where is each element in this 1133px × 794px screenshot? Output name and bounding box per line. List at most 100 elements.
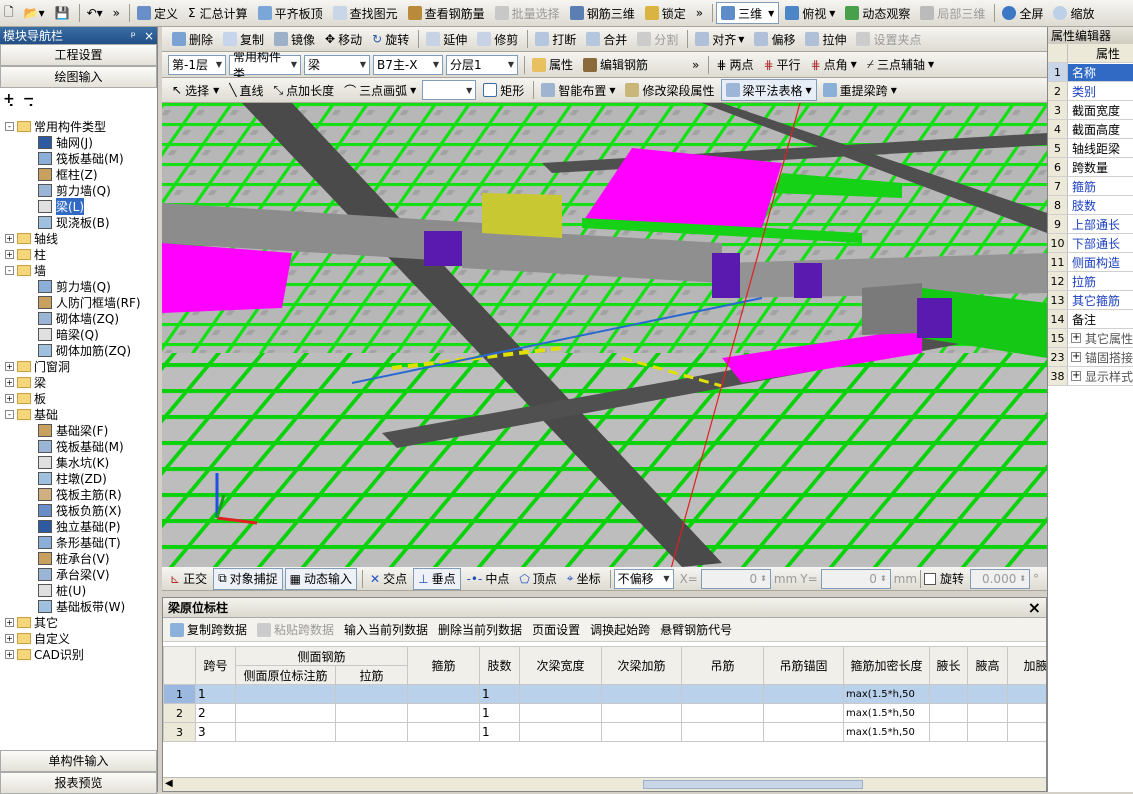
tree-item[interactable]: + 梁 — [0, 374, 141, 390]
arc-option-select[interactable]: ▼ — [422, 80, 477, 100]
overflow-chevron[interactable]: » — [109, 2, 124, 24]
tree-item[interactable]: - 常用构件类型 — [0, 118, 141, 134]
close-icon[interactable]: × — [144, 29, 154, 43]
modify-span-button[interactable]: 修改梁段属性 — [621, 79, 718, 101]
tree-item[interactable]: 现浇板(B) — [0, 214, 141, 230]
table-cell[interactable] — [519, 684, 603, 704]
expand-icon[interactable]: + — [1070, 371, 1081, 381]
stretch-button[interactable]: 拉伸 — [801, 28, 850, 50]
table-cell[interactable]: 1 — [479, 684, 521, 704]
prop-row[interactable]: 38 + 显示样式 — [1048, 367, 1133, 386]
lock-button[interactable]: 锁定 — [641, 2, 690, 24]
tree-item[interactable]: 柱墩(ZD) — [0, 470, 141, 486]
table-cell[interactable] — [407, 684, 481, 704]
table-cell[interactable] — [763, 684, 845, 704]
select-button[interactable]: ↖ 选择 ▼ — [168, 79, 223, 101]
fullscreen-button[interactable]: 全屏 — [998, 2, 1047, 24]
properties-button[interactable]: 属性 — [528, 54, 577, 76]
new-file-icon[interactable]: 🗋 — [0, 2, 18, 24]
table-row[interactable]: 3 3 1 max(1.5*h,50 — [163, 722, 1046, 742]
tree-item[interactable]: 人防门框墙(RF) — [0, 294, 141, 310]
prop-row[interactable]: 15 + 其它属性 — [1048, 329, 1133, 348]
table-cell[interactable] — [681, 722, 765, 742]
zoom-button[interactable]: 缩放 — [1049, 2, 1098, 24]
split-button[interactable]: 分割 — [633, 28, 682, 50]
tree-item[interactable]: 剪力墙(Q) — [0, 278, 141, 294]
table-cell[interactable] — [929, 703, 969, 723]
tree-item[interactable]: 剪力墙(Q) — [0, 182, 141, 198]
table-cell[interactable] — [519, 722, 603, 742]
swap-start-span-button[interactable]: 调换起始跨 — [586, 619, 654, 641]
table-row[interactable]: 2 2 1 max(1.5*h,50 — [163, 703, 1046, 723]
tree-item[interactable]: -墙 — [0, 262, 141, 278]
copy-span-button[interactable]: 复制跨数据 — [166, 619, 251, 641]
report-preview-button[interactable]: 报表预览 — [0, 772, 157, 794]
rotate-checkbox[interactable] — [924, 572, 937, 585]
parallel-button[interactable]: ⋕ 平行 — [759, 54, 804, 76]
offset-button[interactable]: 偏移 — [750, 28, 799, 50]
prop-row[interactable]: 12 拉筋 — [1048, 272, 1133, 291]
tree-item[interactable]: 梁(L) — [0, 197, 141, 215]
expand-icon[interactable]: + — [1070, 352, 1081, 362]
tree-item[interactable]: 筏板负筋(X) — [0, 502, 141, 518]
tree-item[interactable]: 承台梁(V) — [0, 566, 141, 582]
pin-icon[interactable]: ᵖ — [131, 29, 136, 43]
page-setup-button[interactable]: 页面设置 — [528, 619, 584, 641]
tree-item[interactable]: + 柱 — [0, 246, 141, 262]
save-icon[interactable]: 💾 — [51, 2, 74, 24]
table-cell[interactable] — [967, 703, 1009, 723]
tree-item[interactable]: 条形基础(T) — [0, 534, 141, 550]
table-cell[interactable] — [763, 722, 845, 742]
move-button[interactable]: ✥ 移动 — [321, 28, 366, 50]
tree-item[interactable]: + 轴线 — [0, 230, 141, 246]
table-cell[interactable] — [235, 722, 336, 742]
floor-select[interactable]: 第-1层 ▼ — [168, 54, 226, 75]
table-cell[interactable] — [334, 722, 409, 742]
beam-table-button[interactable]: 梁平法表格 ▼ — [720, 79, 817, 101]
expand-icon[interactable]: + — [5, 617, 14, 627]
prop-row[interactable]: 3 截面宽度 — [1048, 101, 1133, 120]
type-select[interactable]: 梁 ▼ — [304, 54, 370, 75]
x-input[interactable]: 0 ⬍ — [700, 568, 771, 589]
extend-button[interactable]: 延伸 — [422, 28, 471, 50]
table-cell[interactable]: 1 — [479, 722, 521, 742]
midpoint-toggle[interactable]: -•- 中点 — [463, 568, 514, 590]
single-component-button[interactable]: 单构件输入 — [0, 750, 157, 772]
prop-row[interactable]: 4 截面高度 — [1048, 120, 1133, 139]
tree-item[interactable]: + 自定义 — [0, 630, 141, 646]
tree-item[interactable]: + 门窗洞 — [0, 358, 141, 374]
scroll-thumb[interactable] — [643, 780, 863, 789]
prop-row[interactable]: 23 + 锚固搭接 — [1048, 348, 1133, 367]
table-cell[interactable]: max(1.5*h,50 — [843, 684, 931, 704]
table-cell[interactable] — [601, 722, 683, 742]
smart-layout-button[interactable]: 智能布置 ▼ — [537, 79, 619, 101]
tree-item[interactable]: + CAD识别 — [0, 646, 141, 662]
layer-select[interactable]: 分层1 ▼ — [446, 54, 518, 75]
tree-item[interactable]: 桩(U) — [0, 582, 141, 598]
expand-icon[interactable]: + — [5, 377, 14, 387]
three-point-axis-button[interactable]: ⌿ 三点辅轴 ▼ — [863, 54, 938, 76]
local-3d-button[interactable]: 局部三维 — [916, 2, 989, 24]
tree-item[interactable]: 独立基础(P) — [0, 518, 141, 534]
table-cell[interactable]: 3 — [195, 722, 236, 742]
prop-row[interactable]: 1 名称 — [1048, 63, 1133, 82]
table-cell[interactable] — [601, 703, 683, 723]
dynamic-input-toggle[interactable]: ▦ 动态输入 — [284, 567, 358, 590]
table-cell[interactable] — [1007, 684, 1046, 704]
prop-row[interactable]: 2 类别 — [1048, 82, 1133, 101]
table-row[interactable]: 1 1 1 max(1.5*h,50 — [163, 684, 1046, 704]
table-cell[interactable] — [601, 684, 683, 704]
tree-item[interactable]: 暗梁(Q) — [0, 326, 141, 342]
table-cell[interactable] — [967, 722, 1009, 742]
span-grid[interactable]: 跨号 侧面钢筋 箍筋 肢数 次梁宽度 次梁加筋 吊筋 吊筋锚固 箍筋加密长度 腋… — [163, 646, 1046, 777]
expand-icon[interactable]: + — [5, 393, 14, 403]
vertex-toggle[interactable]: ⬠ 顶点 — [515, 568, 560, 590]
prop-row[interactable]: 7 箍筋 — [1048, 177, 1133, 196]
table-cell[interactable] — [235, 703, 336, 723]
scroll-left-icon[interactable]: ◀ — [165, 778, 173, 789]
component-select[interactable]: B7主-X ▼ — [373, 54, 443, 75]
line-button[interactable]: ╲ 直线 — [225, 79, 267, 101]
expand-all-icon[interactable]: +̣ — [3, 91, 15, 107]
tree-item[interactable]: 筏板基础(M) — [0, 438, 141, 454]
prop-row[interactable]: 10 下部通长 — [1048, 234, 1133, 253]
